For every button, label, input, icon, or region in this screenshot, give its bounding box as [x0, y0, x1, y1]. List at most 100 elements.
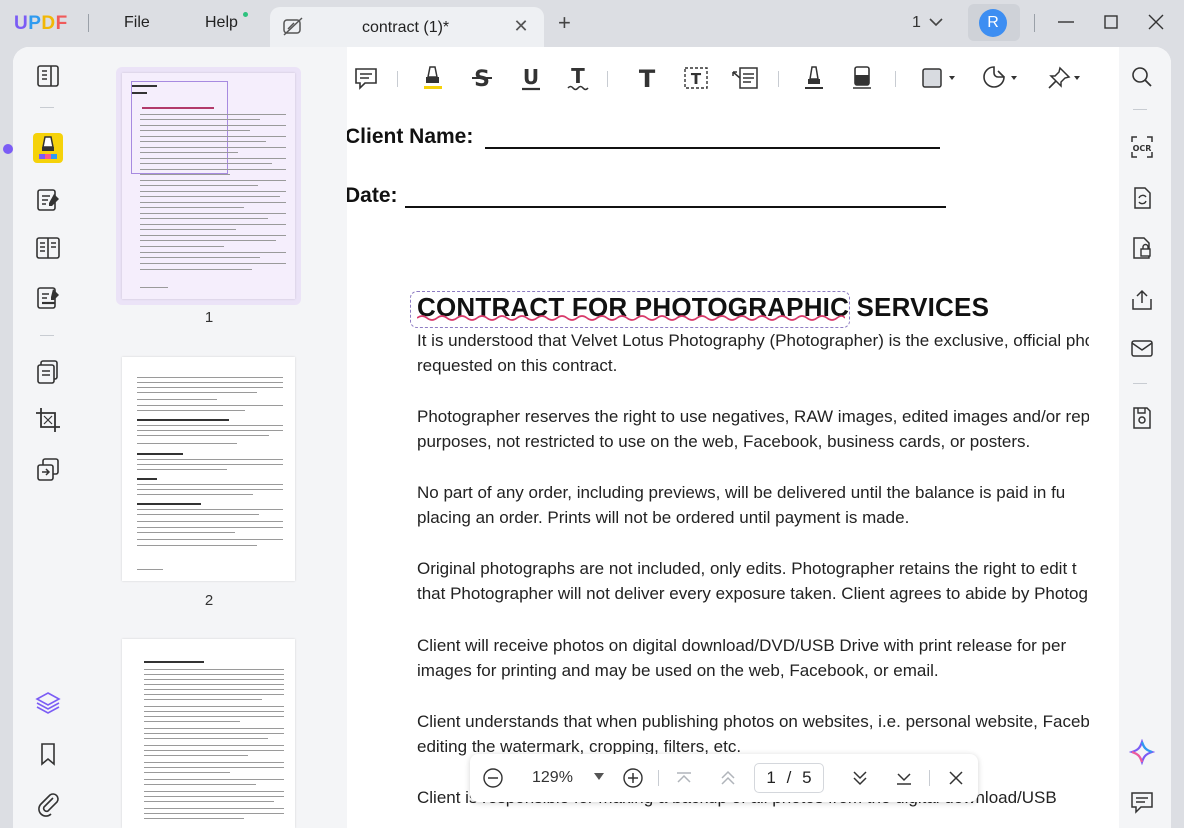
thumbnail-label: 2	[204, 592, 214, 609]
text-callout-icon[interactable]	[730, 63, 760, 93]
layers-icon[interactable]	[33, 688, 63, 718]
fill-sign-icon[interactable]	[33, 283, 63, 313]
toolbar-separator	[895, 71, 896, 87]
account-button[interactable]: R	[968, 4, 1020, 41]
squiggly-annotation[interactable]	[417, 314, 845, 322]
previous-page-icon[interactable]	[716, 766, 740, 790]
bookmark-icon[interactable]	[33, 739, 63, 769]
new-tab-button[interactable]: +	[558, 12, 571, 34]
maximize-icon[interactable]	[1099, 10, 1123, 34]
protect-icon[interactable]	[1129, 235, 1155, 261]
help-notification-dot	[243, 12, 248, 17]
paragraph-3-line-2: placing an order. Prints will not be ord…	[417, 508, 910, 527]
document-view[interactable]: Client Name: Date: CONTRACT FOR PHOTOGRA…	[347, 109, 1089, 828]
pencil-icon[interactable]	[799, 63, 829, 93]
comment-highlight-icon[interactable]	[33, 133, 63, 163]
avatar: R	[979, 9, 1007, 37]
date-field[interactable]	[405, 206, 946, 208]
comment-toolbar: S U T T T	[347, 47, 1089, 109]
search-icon[interactable]	[1129, 64, 1155, 90]
date-label: Date:	[347, 184, 398, 207]
menu-file[interactable]: File	[124, 14, 150, 32]
title-separator	[1034, 14, 1035, 32]
page-thumbnail-3[interactable]	[122, 639, 295, 828]
left-toolbar-separator	[40, 335, 54, 336]
main-window: 1 2 S U T T T Client Name: Date: CONTRAC…	[13, 47, 1171, 828]
left-toolbar-separator	[40, 107, 54, 108]
zoom-page-bar: 129% 1 / 5	[470, 754, 978, 802]
toolbar-separator	[778, 71, 779, 87]
minimize-icon[interactable]	[1054, 10, 1078, 34]
reader-icon[interactable]	[33, 61, 63, 91]
page-thumbnail-2[interactable]	[122, 357, 295, 581]
shape-icon[interactable]	[919, 63, 959, 93]
thumbnail-label: 1	[204, 309, 214, 326]
share-icon[interactable]	[1129, 287, 1155, 313]
close-icon[interactable]	[1144, 10, 1168, 34]
svg-text:OCR: OCR	[1133, 144, 1152, 153]
last-page-icon[interactable]	[892, 766, 916, 790]
window-count[interactable]: 1	[912, 14, 921, 32]
right-toolbar: OCR	[1119, 47, 1171, 828]
toolbar-separator	[397, 71, 398, 87]
zoom-out-icon[interactable]	[481, 766, 505, 790]
menu-help[interactable]: Help	[205, 14, 238, 32]
underline-icon[interactable]: U	[516, 63, 546, 93]
tools-pages-icon[interactable]	[33, 455, 63, 485]
paragraph-1-line-1: It is understood that Velvet Lotus Photo…	[417, 331, 1089, 350]
paragraph-4-line-2: that Photographer will not deliver every…	[417, 584, 1089, 603]
page-thumbnail-1[interactable]	[122, 73, 295, 299]
zoom-dropdown-icon[interactable]	[594, 773, 604, 781]
zoom-level[interactable]: 129%	[532, 769, 573, 787]
first-page-icon[interactable]	[672, 766, 696, 790]
crop-pages-icon[interactable]	[33, 405, 63, 435]
page-number-box[interactable]: 1 / 5	[754, 763, 824, 793]
text-comment-icon[interactable]: T	[632, 63, 662, 93]
page-separator: /	[786, 768, 792, 787]
zoom-in-icon[interactable]	[621, 766, 645, 790]
pin-icon[interactable]	[1044, 63, 1084, 93]
chevron-down-icon[interactable]	[929, 14, 943, 30]
edit-pdf-icon[interactable]	[33, 185, 63, 215]
organize-pages-icon[interactable]	[33, 357, 63, 387]
page-layout-icon[interactable]	[33, 233, 63, 263]
tab-close-button[interactable]: ✕	[510, 16, 532, 37]
updf-logo: UPDF	[14, 13, 68, 34]
svg-text:T: T	[571, 64, 585, 88]
document-tab[interactable]: contract (1)* ✕	[270, 7, 544, 47]
toolbar-separator	[607, 71, 608, 87]
right-toolbar-separator	[1133, 109, 1147, 110]
paragraph-1-line-2: requested on this contract.	[417, 356, 618, 375]
close-bar-icon[interactable]	[944, 766, 968, 790]
paragraph-5-line-1: Client will receive photos on digital do…	[417, 636, 1067, 655]
save-icon[interactable]	[1129, 405, 1155, 431]
email-icon[interactable]	[1129, 335, 1155, 361]
convert-icon[interactable]	[1129, 185, 1155, 211]
eraser-icon[interactable]	[847, 63, 877, 93]
next-page-icon[interactable]	[848, 766, 872, 790]
thumbnail-panel: 1 2	[83, 47, 347, 828]
tab-title: contract (1)*	[362, 19, 450, 36]
ocr-icon[interactable]: OCR	[1129, 134, 1155, 160]
attachment-icon[interactable]	[33, 788, 63, 818]
comment-panel-icon[interactable]	[1129, 789, 1155, 815]
sticky-note-icon[interactable]	[351, 63, 381, 93]
client-name-field[interactable]	[485, 147, 940, 149]
paragraph-4-line-1: Original photographs are not included, o…	[417, 559, 1077, 578]
edit-off-icon	[283, 17, 303, 36]
text-box-icon[interactable]: T	[681, 63, 711, 93]
highlight-icon[interactable]	[418, 63, 448, 93]
paragraph-3-line-1: No part of any order, including previews…	[417, 483, 1066, 502]
strikethrough-icon[interactable]: S	[467, 63, 497, 93]
title-bar: UPDF File Help contract (1)* ✕ + 1 R	[0, 0, 1184, 47]
panel-handle[interactable]	[3, 144, 13, 154]
svg-text:T: T	[691, 70, 702, 88]
sticker-icon[interactable]	[981, 63, 1021, 93]
ai-assistant-icon[interactable]	[1129, 739, 1155, 765]
client-name-label: Client Name:	[347, 125, 474, 148]
total-pages: 5	[802, 768, 812, 787]
current-page[interactable]: 1	[766, 768, 775, 787]
squiggly-icon[interactable]: T	[563, 63, 593, 93]
zoombar-separator	[929, 770, 930, 786]
paragraph-2-line-2: purposes, not restricted to use on the w…	[417, 432, 1031, 451]
